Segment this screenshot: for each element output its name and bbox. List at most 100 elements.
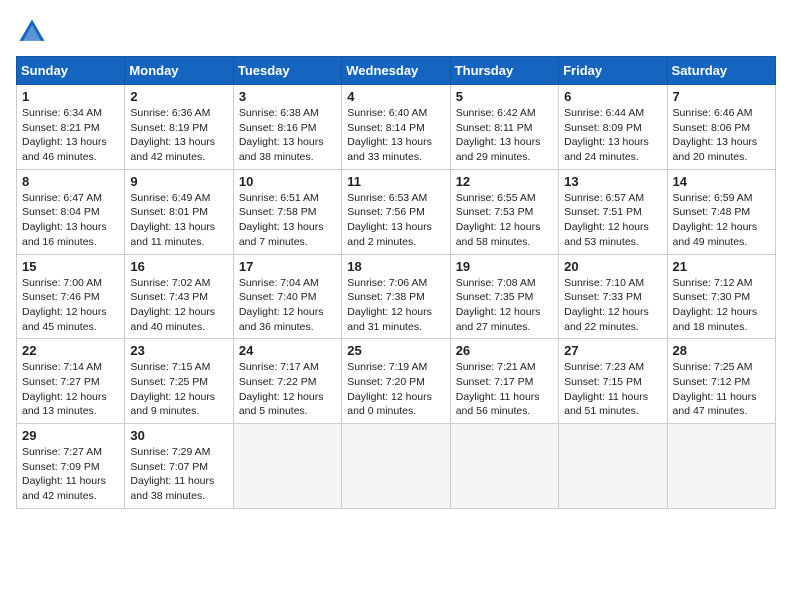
- calendar-cell: 4 Sunrise: 6:40 AM Sunset: 8:14 PM Daylig…: [342, 85, 450, 170]
- day-info: Sunrise: 6:40 AM Sunset: 8:14 PM Dayligh…: [347, 106, 444, 165]
- calendar-cell: 25 Sunrise: 7:19 AM Sunset: 7:20 PM Dayli…: [342, 339, 450, 424]
- day-info: Sunrise: 7:00 AM Sunset: 7:46 PM Dayligh…: [22, 276, 119, 335]
- weekday-header-monday: Monday: [125, 57, 233, 85]
- calendar-cell: 30Sunrise: 7:29 AM Sunset: 7:07 PM Dayli…: [125, 424, 233, 509]
- day-number: 16: [130, 259, 227, 274]
- calendar-cell: 24 Sunrise: 7:17 AM Sunset: 7:22 PM Dayli…: [233, 339, 341, 424]
- calendar-cell: [559, 424, 667, 509]
- calendar-cell: 26 Sunrise: 7:21 AM Sunset: 7:17 PM Dayli…: [450, 339, 558, 424]
- day-number: 18: [347, 259, 444, 274]
- day-number: 29: [22, 428, 119, 443]
- weekday-header-wednesday: Wednesday: [342, 57, 450, 85]
- day-number: 3: [239, 89, 336, 104]
- calendar-cell: 9Sunrise: 6:49 AM Sunset: 8:01 PM Daylig…: [125, 169, 233, 254]
- calendar-week-row: 8Sunrise: 6:47 AM Sunset: 8:04 PM Daylig…: [17, 169, 776, 254]
- calendar-cell: 3 Sunrise: 6:38 AM Sunset: 8:16 PM Daylig…: [233, 85, 341, 170]
- calendar-cell: 20 Sunrise: 7:10 AM Sunset: 7:33 PM Dayli…: [559, 254, 667, 339]
- day-info: Sunrise: 7:04 AM Sunset: 7:40 PM Dayligh…: [239, 276, 336, 335]
- calendar-cell: [450, 424, 558, 509]
- calendar-cell: 15 Sunrise: 7:00 AM Sunset: 7:46 PM Dayli…: [17, 254, 125, 339]
- day-number: 4: [347, 89, 444, 104]
- calendar-cell: 1Sunrise: 6:34 AM Sunset: 8:21 PM Daylig…: [17, 85, 125, 170]
- calendar-cell: 16Sunrise: 7:02 AM Sunset: 7:43 PM Dayli…: [125, 254, 233, 339]
- day-number: 17: [239, 259, 336, 274]
- calendar-cell: 14 Sunrise: 6:59 AM Sunset: 7:48 PM Dayli…: [667, 169, 775, 254]
- day-info: Sunrise: 6:36 AM Sunset: 8:19 PM Dayligh…: [130, 106, 227, 165]
- calendar: SundayMondayTuesdayWednesdayThursdayFrid…: [16, 56, 776, 509]
- calendar-week-row: 1Sunrise: 6:34 AM Sunset: 8:21 PM Daylig…: [17, 85, 776, 170]
- day-number: 24: [239, 343, 336, 358]
- calendar-cell: [667, 424, 775, 509]
- logo: [16, 16, 52, 48]
- calendar-body: 1Sunrise: 6:34 AM Sunset: 8:21 PM Daylig…: [17, 85, 776, 509]
- weekday-header-saturday: Saturday: [667, 57, 775, 85]
- day-info: Sunrise: 6:47 AM Sunset: 8:04 PM Dayligh…: [22, 191, 119, 250]
- day-info: Sunrise: 6:59 AM Sunset: 7:48 PM Dayligh…: [673, 191, 770, 250]
- calendar-week-row: 29 Sunrise: 7:27 AM Sunset: 7:09 PM Dayli…: [17, 424, 776, 509]
- calendar-cell: 10Sunrise: 6:51 AM Sunset: 7:58 PM Dayli…: [233, 169, 341, 254]
- day-info: Sunrise: 7:21 AM Sunset: 7:17 PM Dayligh…: [456, 360, 553, 419]
- day-number: 10: [239, 174, 336, 189]
- calendar-cell: 19 Sunrise: 7:08 AM Sunset: 7:35 PM Dayli…: [450, 254, 558, 339]
- day-info: Sunrise: 7:06 AM Sunset: 7:38 PM Dayligh…: [347, 276, 444, 335]
- day-info: Sunrise: 6:53 AM Sunset: 7:56 PM Dayligh…: [347, 191, 444, 250]
- calendar-cell: [342, 424, 450, 509]
- day-info: Sunrise: 7:10 AM Sunset: 7:33 PM Dayligh…: [564, 276, 661, 335]
- calendar-cell: 29 Sunrise: 7:27 AM Sunset: 7:09 PM Dayli…: [17, 424, 125, 509]
- day-number: 11: [347, 174, 444, 189]
- day-number: 20: [564, 259, 661, 274]
- calendar-cell: 27 Sunrise: 7:23 AM Sunset: 7:15 PM Dayli…: [559, 339, 667, 424]
- calendar-header-row: SundayMondayTuesdayWednesdayThursdayFrid…: [17, 57, 776, 85]
- calendar-cell: 13Sunrise: 6:57 AM Sunset: 7:51 PM Dayli…: [559, 169, 667, 254]
- day-number: 25: [347, 343, 444, 358]
- day-info: Sunrise: 7:17 AM Sunset: 7:22 PM Dayligh…: [239, 360, 336, 419]
- day-info: Sunrise: 7:29 AM Sunset: 7:07 PM Dayligh…: [130, 445, 227, 504]
- calendar-week-row: 15 Sunrise: 7:00 AM Sunset: 7:46 PM Dayli…: [17, 254, 776, 339]
- day-number: 19: [456, 259, 553, 274]
- day-number: 12: [456, 174, 553, 189]
- day-number: 5: [456, 89, 553, 104]
- page-header: [16, 16, 776, 48]
- day-number: 22: [22, 343, 119, 358]
- weekday-header-thursday: Thursday: [450, 57, 558, 85]
- weekday-header-tuesday: Tuesday: [233, 57, 341, 85]
- day-number: 27: [564, 343, 661, 358]
- day-info: Sunrise: 6:44 AM Sunset: 8:09 PM Dayligh…: [564, 106, 661, 165]
- day-number: 26: [456, 343, 553, 358]
- day-info: Sunrise: 7:23 AM Sunset: 7:15 PM Dayligh…: [564, 360, 661, 419]
- logo-icon: [16, 16, 48, 48]
- day-info: Sunrise: 7:14 AM Sunset: 7:27 PM Dayligh…: [22, 360, 119, 419]
- calendar-cell: 17 Sunrise: 7:04 AM Sunset: 7:40 PM Dayli…: [233, 254, 341, 339]
- calendar-cell: 23 Sunrise: 7:15 AM Sunset: 7:25 PM Dayli…: [125, 339, 233, 424]
- day-info: Sunrise: 7:25 AM Sunset: 7:12 PM Dayligh…: [673, 360, 770, 419]
- calendar-cell: 22 Sunrise: 7:14 AM Sunset: 7:27 PM Dayli…: [17, 339, 125, 424]
- day-info: Sunrise: 6:42 AM Sunset: 8:11 PM Dayligh…: [456, 106, 553, 165]
- day-number: 14: [673, 174, 770, 189]
- day-info: Sunrise: 6:38 AM Sunset: 8:16 PM Dayligh…: [239, 106, 336, 165]
- calendar-cell: 11 Sunrise: 6:53 AM Sunset: 7:56 PM Dayli…: [342, 169, 450, 254]
- calendar-cell: 8Sunrise: 6:47 AM Sunset: 8:04 PM Daylig…: [17, 169, 125, 254]
- day-info: Sunrise: 7:27 AM Sunset: 7:09 PM Dayligh…: [22, 445, 119, 504]
- calendar-cell: 21 Sunrise: 7:12 AM Sunset: 7:30 PM Dayli…: [667, 254, 775, 339]
- day-number: 23: [130, 343, 227, 358]
- day-number: 21: [673, 259, 770, 274]
- day-info: Sunrise: 6:46 AM Sunset: 8:06 PM Dayligh…: [673, 106, 770, 165]
- weekday-header-friday: Friday: [559, 57, 667, 85]
- weekday-header-sunday: Sunday: [17, 57, 125, 85]
- day-number: 9: [130, 174, 227, 189]
- calendar-week-row: 22 Sunrise: 7:14 AM Sunset: 7:27 PM Dayli…: [17, 339, 776, 424]
- day-number: 7: [673, 89, 770, 104]
- calendar-cell: 2 Sunrise: 6:36 AM Sunset: 8:19 PM Daylig…: [125, 85, 233, 170]
- day-info: Sunrise: 7:08 AM Sunset: 7:35 PM Dayligh…: [456, 276, 553, 335]
- day-info: Sunrise: 7:15 AM Sunset: 7:25 PM Dayligh…: [130, 360, 227, 419]
- day-info: Sunrise: 7:19 AM Sunset: 7:20 PM Dayligh…: [347, 360, 444, 419]
- calendar-cell: 6 Sunrise: 6:44 AM Sunset: 8:09 PM Daylig…: [559, 85, 667, 170]
- calendar-cell: 7 Sunrise: 6:46 AM Sunset: 8:06 PM Daylig…: [667, 85, 775, 170]
- day-number: 6: [564, 89, 661, 104]
- day-number: 2: [130, 89, 227, 104]
- calendar-cell: [233, 424, 341, 509]
- day-info: Sunrise: 7:12 AM Sunset: 7:30 PM Dayligh…: [673, 276, 770, 335]
- calendar-cell: 5 Sunrise: 6:42 AM Sunset: 8:11 PM Daylig…: [450, 85, 558, 170]
- day-number: 15: [22, 259, 119, 274]
- day-info: Sunrise: 6:55 AM Sunset: 7:53 PM Dayligh…: [456, 191, 553, 250]
